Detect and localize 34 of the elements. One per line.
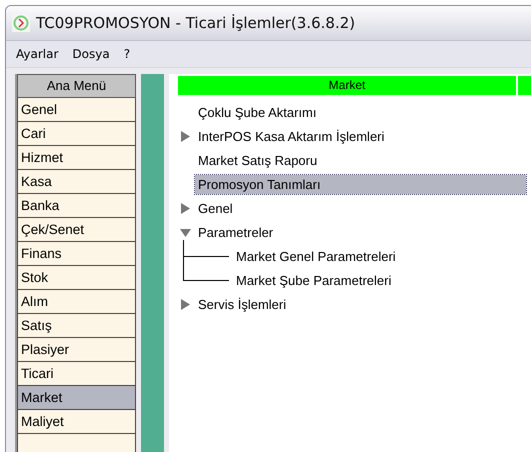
sidebar-item[interactable]: Çek/Senet: [17, 218, 136, 242]
sidebar-item[interactable]: Satış: [17, 314, 136, 338]
menu-item[interactable]: Ayarlar: [16, 47, 58, 61]
tree-item[interactable]: Market Şube Parametreleri: [233, 270, 394, 290]
tree-item[interactable]: InterPOS Kasa Aktarım İşlemleri: [195, 126, 388, 146]
tree-item[interactable]: Genel: [195, 198, 236, 218]
tree-item[interactable]: Market Genel Parametreleri: [233, 246, 399, 266]
tree-item[interactable]: Çoklu Şube Aktarımı: [195, 102, 320, 122]
sidebar-item[interactable]: Hizmet: [17, 146, 136, 170]
app-logo-icon: [12, 14, 30, 32]
menu-item[interactable]: ?: [124, 47, 130, 61]
sidebar-item[interactable]: Genel: [17, 98, 136, 122]
collapsed-arrow-icon[interactable]: [180, 130, 191, 142]
sidebar-item[interactable]: Alım: [17, 290, 136, 314]
sidebar-item[interactable]: Plasiyer: [17, 338, 136, 362]
panel-header: Market: [178, 76, 516, 95]
sidebar-item[interactable]: Kasa: [17, 170, 136, 194]
tree-item[interactable]: Servis İşlemleri: [195, 294, 290, 314]
sidebar-item[interactable]: Market: [17, 386, 136, 410]
collapsed-arrow-icon[interactable]: [180, 202, 191, 214]
collapsed-arrow-icon[interactable]: [180, 298, 191, 310]
sidebar-item[interactable]: Maliyet: [17, 410, 136, 434]
sidebar-item[interactable]: Ticari: [17, 362, 136, 386]
window-title: TC09PROMOSYON - Ticari İşlemler(3.6.8.2): [36, 14, 356, 32]
sidebar-item[interactable]: Stok: [17, 266, 136, 290]
sidebar-header: Ana Menü: [17, 74, 136, 98]
tree-item[interactable]: Promosyon Tanımları: [195, 174, 526, 194]
sidebar-item[interactable]: Finans: [17, 242, 136, 266]
tree-item[interactable]: Market Satış Raporu: [195, 150, 320, 170]
sidebar-item[interactable]: Cari: [17, 122, 136, 146]
tree-item[interactable]: Parametreler: [195, 222, 276, 242]
sidebar-item[interactable]: Banka: [17, 194, 136, 218]
expanded-arrow-icon[interactable]: [180, 226, 191, 238]
menu-item[interactable]: Dosya: [72, 47, 110, 61]
